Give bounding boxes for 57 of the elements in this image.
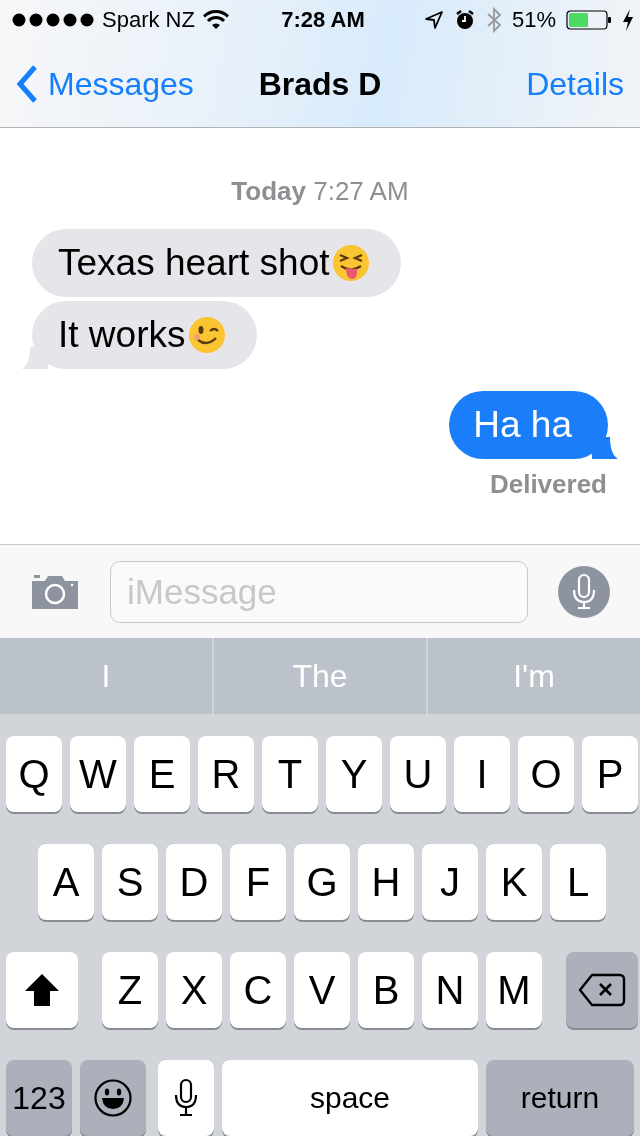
message-timestamp: Today 7:27 AM [231,176,409,207]
numbers-key[interactable]: 123 [6,1060,72,1136]
shift-key[interactable] [6,952,78,1028]
letter-key[interactable]: H [358,844,414,920]
letter-key[interactable]: D [166,844,222,920]
message-text: Ha ha [473,404,572,446]
emoji-key[interactable] [80,1060,146,1136]
letter-key[interactable]: A [38,844,94,920]
return-key[interactable]: return [486,1060,634,1136]
letter-key[interactable]: O [518,736,574,812]
delivery-status: Delivered [489,469,607,500]
microphone-icon [571,572,597,611]
voice-message-button[interactable] [558,565,610,618]
battery-icon [566,10,612,30]
camera-icon [30,572,80,611]
message-text: Texas heart shot [58,242,330,284]
letter-key[interactable]: P [582,736,638,812]
letter-key[interactable]: E [134,736,190,812]
delete-key[interactable] [566,952,638,1028]
message-text: It works [58,314,186,356]
wifi-icon [202,10,229,30]
signal-icon [12,13,94,27]
battery-percentage: 51% [511,7,556,33]
letter-key[interactable]: Z [102,952,158,1028]
letter-key[interactable]: U [390,736,446,812]
microphone-icon [173,1078,199,1118]
space-key[interactable]: space [222,1060,478,1136]
backspace-icon [578,973,626,1007]
letter-key[interactable]: M [486,952,542,1028]
conversation-title: Brads D [258,65,382,103]
chevron-left-icon [16,64,38,104]
camera-button[interactable] [30,572,80,611]
letter-key[interactable]: N [422,952,478,1028]
shift-arrow-icon [24,973,60,1007]
letter-key[interactable]: V [294,952,350,1028]
bluetooth-icon [485,7,502,33]
letter-key[interactable]: S [102,844,158,920]
letter-key[interactable]: I [454,736,510,812]
dictation-key[interactable] [158,1060,214,1136]
location-arrow-icon [423,10,444,30]
letter-key[interactable]: W [70,736,126,812]
letter-key[interactable]: L [550,844,606,920]
letter-key[interactable]: R [198,736,254,812]
letter-key[interactable]: B [358,952,414,1028]
letter-key[interactable]: Y [326,736,382,812]
letter-key[interactable]: F [230,844,286,920]
letter-key[interactable]: X [166,952,222,1028]
charging-bolt-icon [622,9,634,31]
letter-key[interactable]: Q [6,736,62,812]
letter-key[interactable]: T [262,736,318,812]
carrier-name: Spark NZ [102,7,195,33]
letter-key[interactable]: G [294,844,350,920]
letter-key[interactable]: J [422,844,478,920]
status-time: 7:28 AM [281,7,365,33]
letter-key[interactable]: K [486,844,542,920]
smiley-face-icon [93,1078,133,1118]
letter-key[interactable]: C [230,952,286,1028]
